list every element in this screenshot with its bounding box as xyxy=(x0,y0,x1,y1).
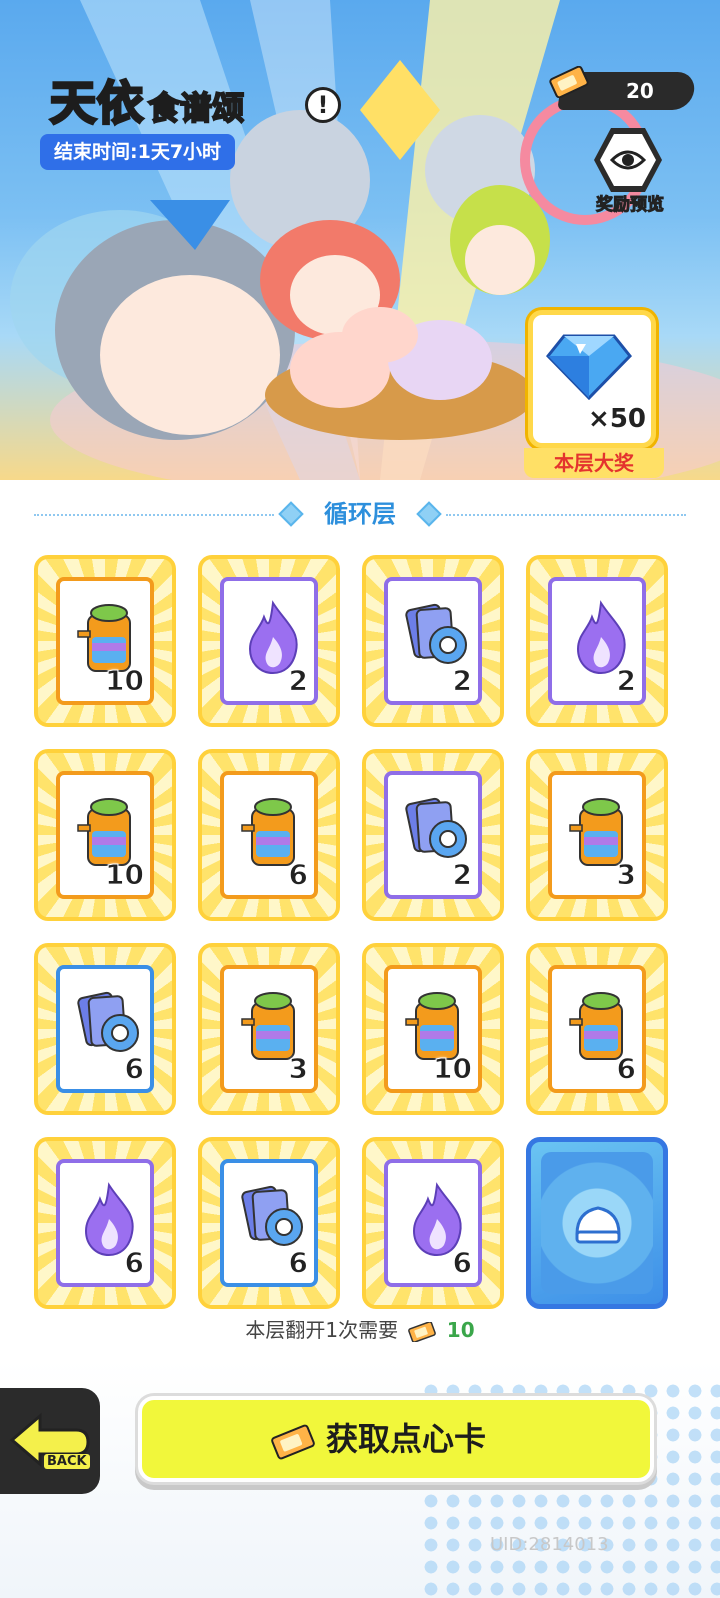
reward-card[interactable]: 6 xyxy=(198,749,340,921)
diamond-gem-icon xyxy=(546,334,632,400)
card-back-bun-icon xyxy=(575,1206,621,1244)
diamond-ornament-icon xyxy=(278,501,304,527)
reward-quantity: 6 xyxy=(124,1052,145,1086)
reward-preview-label: 奖励预览 xyxy=(596,195,665,216)
reward-card[interactable]: 3 xyxy=(198,943,340,1115)
reward-card-face: 10 xyxy=(56,771,154,899)
reward-quantity: 2 xyxy=(288,664,309,698)
reward-card[interactable]: 2 xyxy=(362,749,504,921)
reward-card[interactable]: 10 xyxy=(34,555,176,727)
reward-quantity: 3 xyxy=(288,1052,309,1086)
reward-card[interactable]: 6 xyxy=(198,1137,340,1309)
reward-quantity: 6 xyxy=(288,858,309,892)
flip-cost: 本层翻开1次需要 10 xyxy=(0,1314,720,1343)
reward-card[interactable]: 6 xyxy=(34,1137,176,1309)
reward-card[interactable]: 2 xyxy=(362,555,504,727)
reward-card-face: 2 xyxy=(548,577,646,705)
reward-card-face: 6 xyxy=(220,771,318,899)
reward-card[interactable]: 2 xyxy=(526,555,668,727)
eye-icon xyxy=(609,150,647,170)
back-label: BACK xyxy=(44,1454,90,1469)
get-snack-card-button[interactable]: 获取点心卡 xyxy=(138,1396,654,1482)
reward-quantity: 2 xyxy=(616,664,637,698)
reward-card-face: 3 xyxy=(548,771,646,899)
unflipped-card[interactable] xyxy=(526,1137,668,1309)
grand-prize-quantity: ×50 xyxy=(588,404,646,434)
ticket-count: 20 xyxy=(626,79,654,103)
reward-card-face: 6 xyxy=(56,965,154,1093)
exclamation-icon: ! xyxy=(317,91,329,119)
back-button[interactable]: BACK xyxy=(0,1388,100,1494)
flip-cost-amount: 10 xyxy=(446,1318,475,1342)
reward-quantity: 3 xyxy=(616,858,637,892)
section-heading: 循环层 xyxy=(0,496,720,532)
reward-card-face: 6 xyxy=(220,1159,318,1287)
reward-card[interactable]: 3 xyxy=(526,749,668,921)
reward-card[interactable]: 2 xyxy=(198,555,340,727)
reward-card[interactable]: 10 xyxy=(362,943,504,1115)
reward-card-face: 6 xyxy=(548,965,646,1093)
reward-quantity: 10 xyxy=(105,858,145,892)
info-button[interactable]: ! xyxy=(305,87,341,123)
divider-line xyxy=(34,514,274,516)
reward-card[interactable]: 10 xyxy=(34,749,176,921)
reward-card-face: 2 xyxy=(384,577,482,705)
flip-cost-text: 本层翻开1次需要 xyxy=(245,1318,399,1342)
reward-card-face: 6 xyxy=(56,1159,154,1287)
reward-card-face: 2 xyxy=(384,771,482,899)
reward-quantity: 10 xyxy=(433,1052,473,1086)
get-snack-card-label: 获取点心卡 xyxy=(326,1420,487,1458)
reward-quantity: 2 xyxy=(452,664,473,698)
ticket-icon xyxy=(408,1321,437,1342)
event-title-main: 天依 xyxy=(49,76,145,130)
ticket-icon xyxy=(271,1424,315,1460)
reward-card-face: 6 xyxy=(384,1159,482,1287)
reward-card[interactable]: 6 xyxy=(362,1137,504,1309)
event-title: 天依 食谱颂 xyxy=(49,76,246,130)
reward-card-face: 3 xyxy=(220,965,318,1093)
event-title-sub: 食谱颂 xyxy=(147,88,245,128)
reward-quantity: 6 xyxy=(452,1246,473,1280)
reward-card-face: 10 xyxy=(384,965,482,1093)
diamond-ornament-icon xyxy=(416,501,442,527)
reward-card[interactable]: 6 xyxy=(526,943,668,1115)
event-banner: 天依 食谱颂 ! 结束时间:1天7小时 20 奖励预览 ×50 本层大奖 xyxy=(0,0,720,480)
grand-prize-label: 本层大奖 xyxy=(524,448,664,478)
grand-prize[interactable]: ×50 本层大奖 xyxy=(524,300,664,478)
reward-quantity: 6 xyxy=(288,1246,309,1280)
reward-quantity: 6 xyxy=(124,1246,145,1280)
user-id: UID:2814013 xyxy=(490,1534,609,1555)
ticket-icon xyxy=(549,66,589,98)
reward-preview-button[interactable]: 奖励预览 xyxy=(586,128,674,216)
end-time-badge: 结束时间:1天7小时 xyxy=(40,134,236,170)
reward-quantity: 2 xyxy=(452,858,473,892)
reward-card[interactable]: 6 xyxy=(34,943,176,1115)
section-title: 循环层 xyxy=(324,500,396,528)
reward-quantity: 6 xyxy=(616,1052,637,1086)
reward-quantity: 10 xyxy=(105,664,145,698)
reward-card-face: 2 xyxy=(220,577,318,705)
divider-line xyxy=(446,514,686,516)
reward-card-face: 10 xyxy=(56,577,154,705)
